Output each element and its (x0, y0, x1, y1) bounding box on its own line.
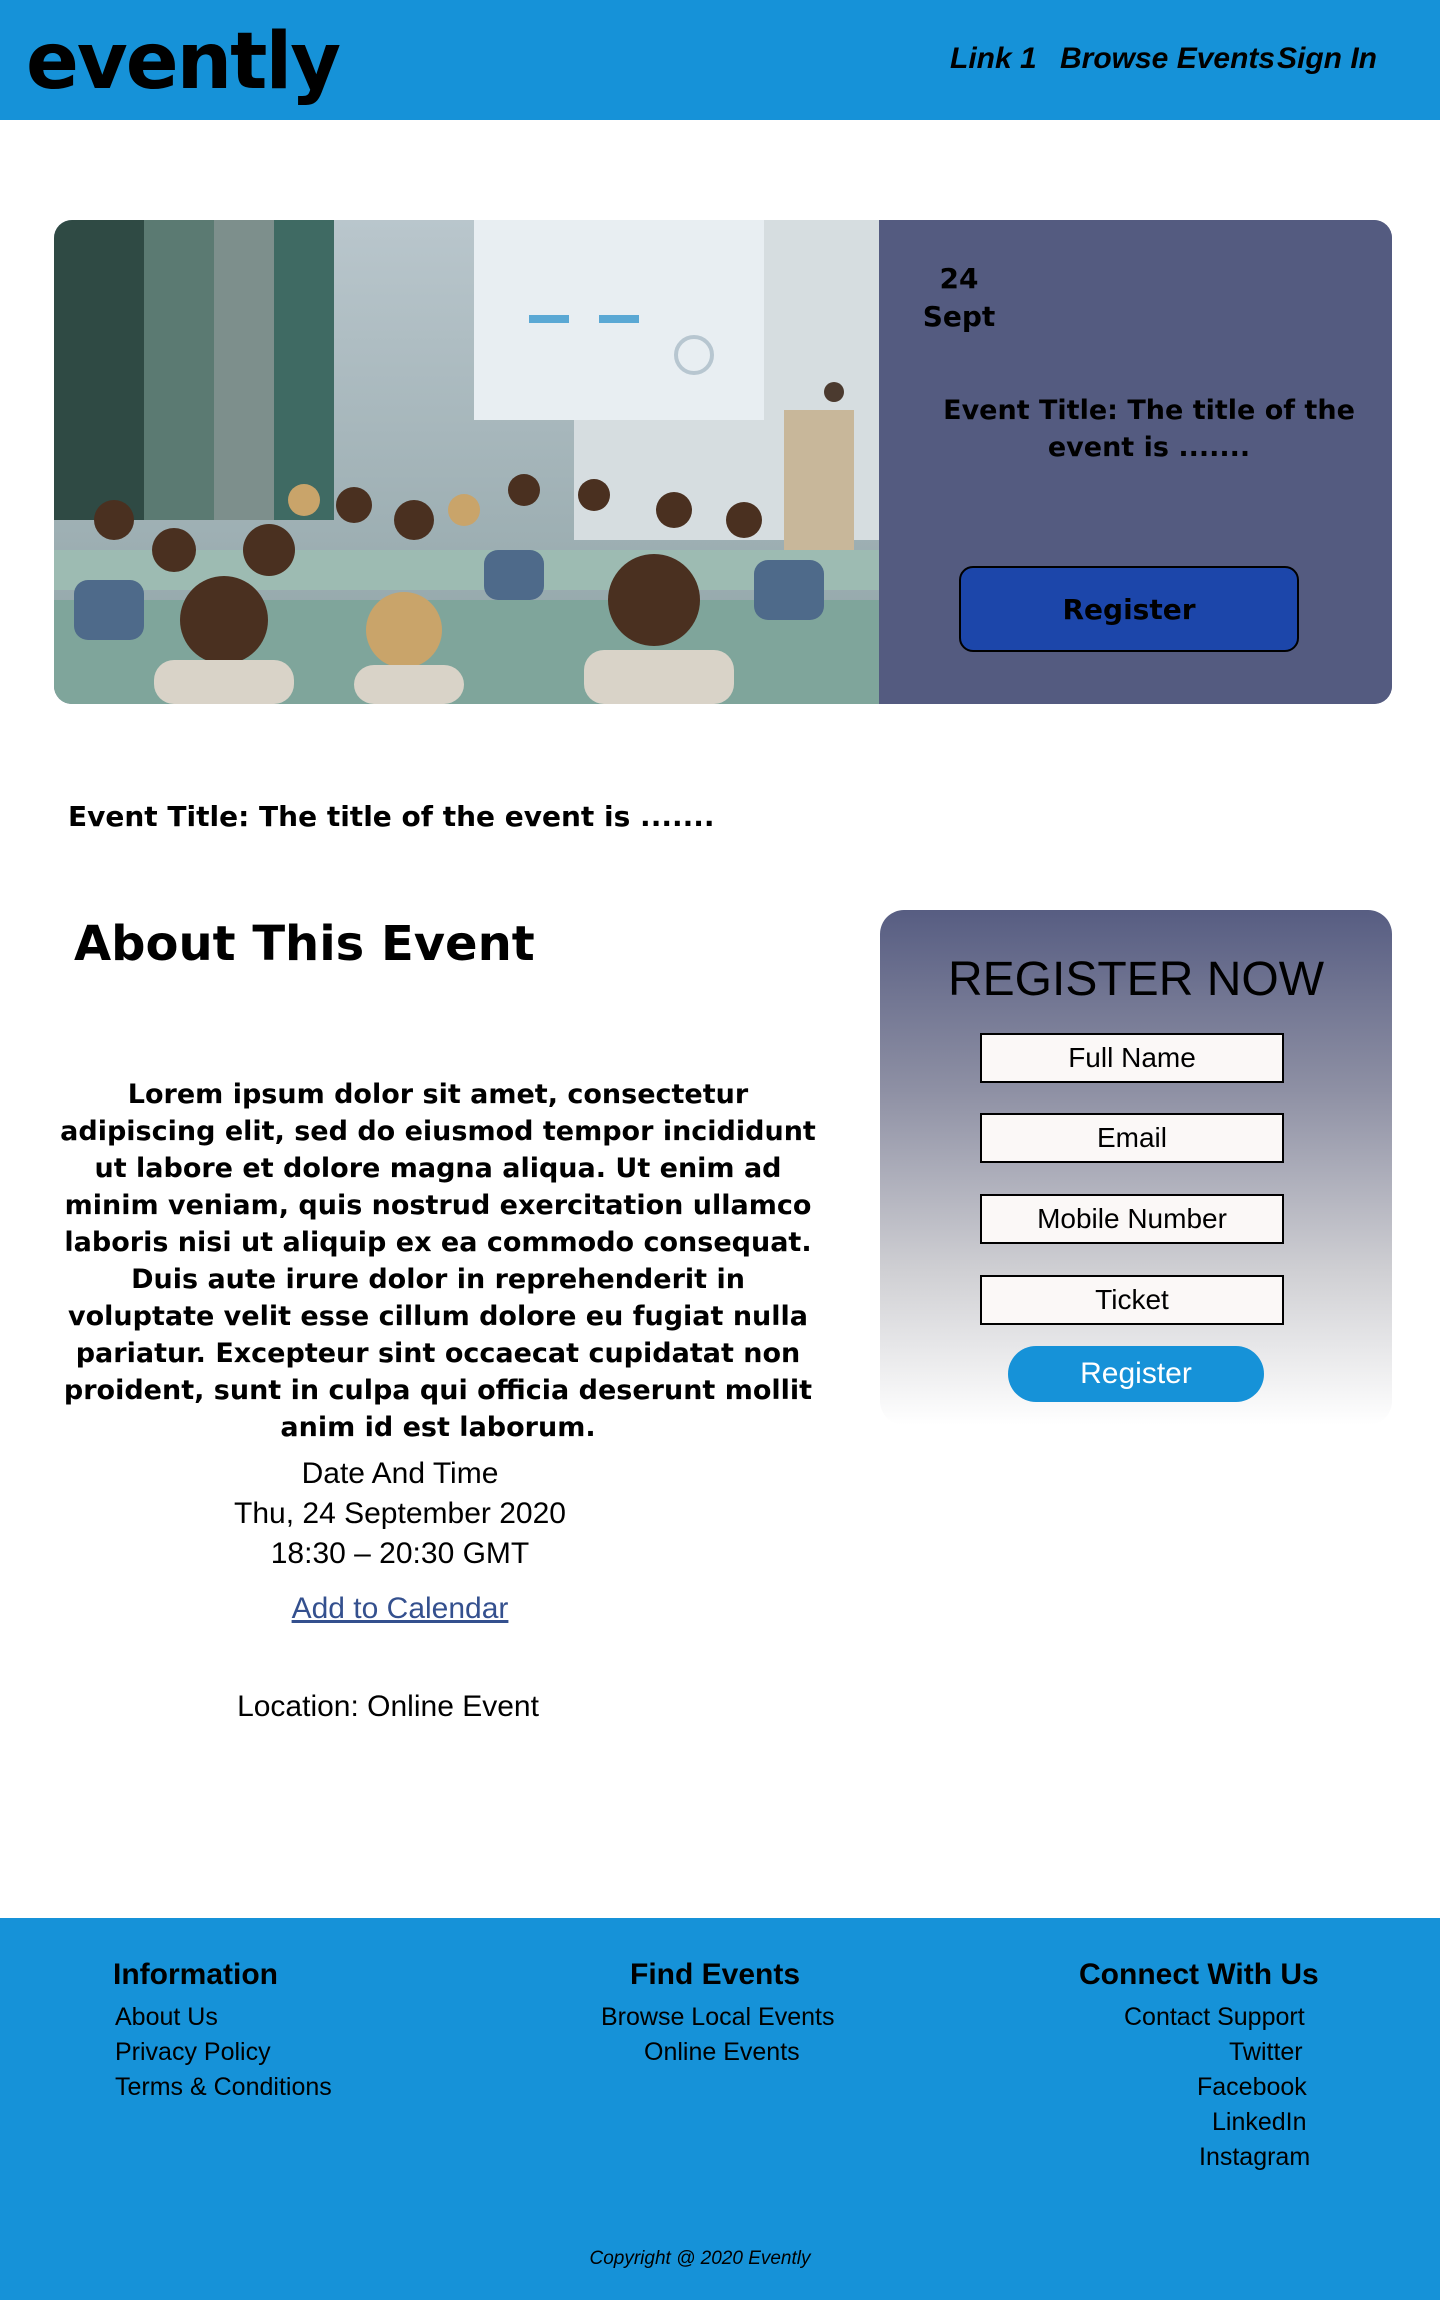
nav-link-1[interactable]: Link 1 (950, 42, 1037, 76)
hero-info-panel: 24 Sept Event Title: The title of the ev… (879, 220, 1392, 704)
footer-link-online-events[interactable]: Online Events (644, 2035, 800, 2070)
event-location: Location: Online Event (237, 1690, 539, 1723)
register-title: REGISTER NOW (947, 953, 1324, 1006)
footer-find-events-heading: Find Events (630, 1958, 801, 1991)
copyright-text: Copyright @ 2020 Evently (589, 2248, 811, 2269)
footer-link-privacy-policy[interactable]: Privacy Policy (115, 2035, 271, 2070)
footer-link-browse-local-events[interactable]: Browse Local Events (601, 2000, 834, 2035)
footer-link-linkedin[interactable]: LinkedIn (1212, 2105, 1307, 2140)
full-name-field[interactable]: Full Name (980, 1033, 1284, 1083)
footer-link-terms[interactable]: Terms & Conditions (115, 2070, 332, 2105)
email-field[interactable]: Email (980, 1113, 1284, 1163)
register-submit-button[interactable]: Register (1008, 1346, 1264, 1402)
footer-link-facebook[interactable]: Facebook (1197, 2070, 1307, 2105)
footer-information-heading: Information (113, 1958, 278, 1991)
event-title: Event Title: The title of the event is .… (68, 800, 715, 833)
footer-link-twitter[interactable]: Twitter (1229, 2035, 1303, 2070)
footer-link-instagram[interactable]: Instagram (1199, 2140, 1310, 2175)
mobile-number-field[interactable]: Mobile Number (980, 1194, 1284, 1244)
event-date-day: 24 (939, 262, 979, 295)
nav-sign-in[interactable]: Sign In (1277, 42, 1377, 76)
hero-event-title: Event Title: The title of the event is .… (943, 395, 1355, 463)
date-time-label: Date And Time (301, 1457, 499, 1490)
about-heading: About This Event (74, 916, 535, 972)
site-logo[interactable]: evently (26, 12, 341, 112)
register-panel: REGISTER NOW Full Name Email Mobile Numb… (880, 910, 1392, 1425)
nav-browse-events[interactable]: Browse Events (1060, 42, 1275, 76)
site-header: evently Link 1 Browse Events Sign In (0, 0, 1440, 120)
event-date-badge: 24 Sept (879, 260, 1039, 336)
hero-register-button[interactable]: Register (959, 566, 1299, 652)
conference-photo (54, 220, 879, 704)
site-footer: Information About Us Privacy Policy Term… (0, 1918, 1440, 2300)
about-description: Lorem ipsum dolor sit amet, consectetur … (60, 1079, 816, 1443)
event-date-month: Sept (922, 300, 996, 333)
ticket-field[interactable]: Ticket (980, 1275, 1284, 1325)
add-to-calendar-link[interactable]: Add to Calendar (200, 1592, 600, 1626)
footer-link-about-us[interactable]: About Us (115, 2000, 218, 2035)
event-time: 18:30 – 20:30 GMT (270, 1537, 530, 1570)
event-hero: 24 Sept Event Title: The title of the ev… (54, 220, 1392, 704)
footer-link-contact-support[interactable]: Contact Support (1124, 2000, 1305, 2035)
footer-connect-heading: Connect With Us (1079, 1958, 1319, 1991)
event-date: Thu, 24 September 2020 (234, 1497, 566, 1530)
